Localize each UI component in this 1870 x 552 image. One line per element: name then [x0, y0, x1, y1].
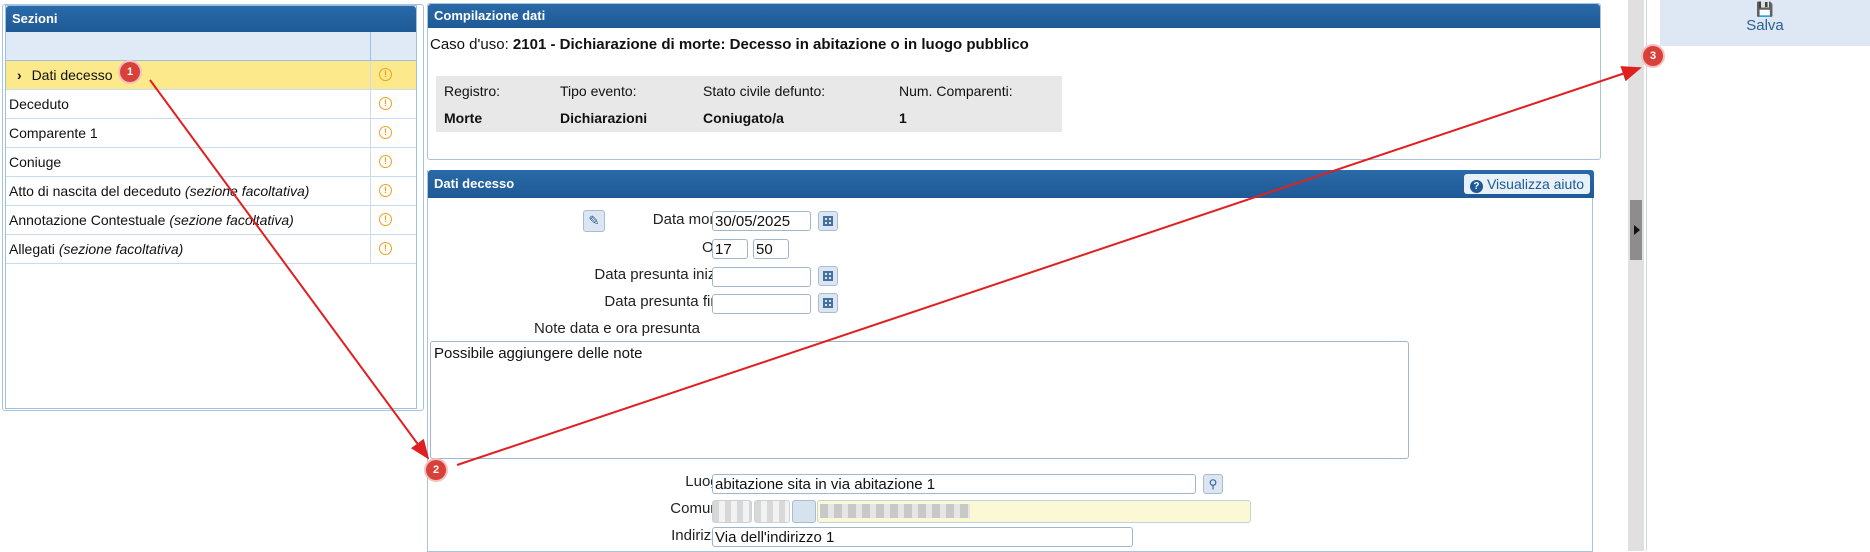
arrow-1-to-2	[149, 79, 430, 460]
step-marker-2: 2	[426, 460, 446, 480]
arrow-2-to-3	[456, 66, 1642, 466]
step-marker-1: 1	[120, 62, 140, 82]
step-marker-3: 3	[1643, 46, 1663, 66]
annotation-arrows	[149, 66, 1642, 466]
